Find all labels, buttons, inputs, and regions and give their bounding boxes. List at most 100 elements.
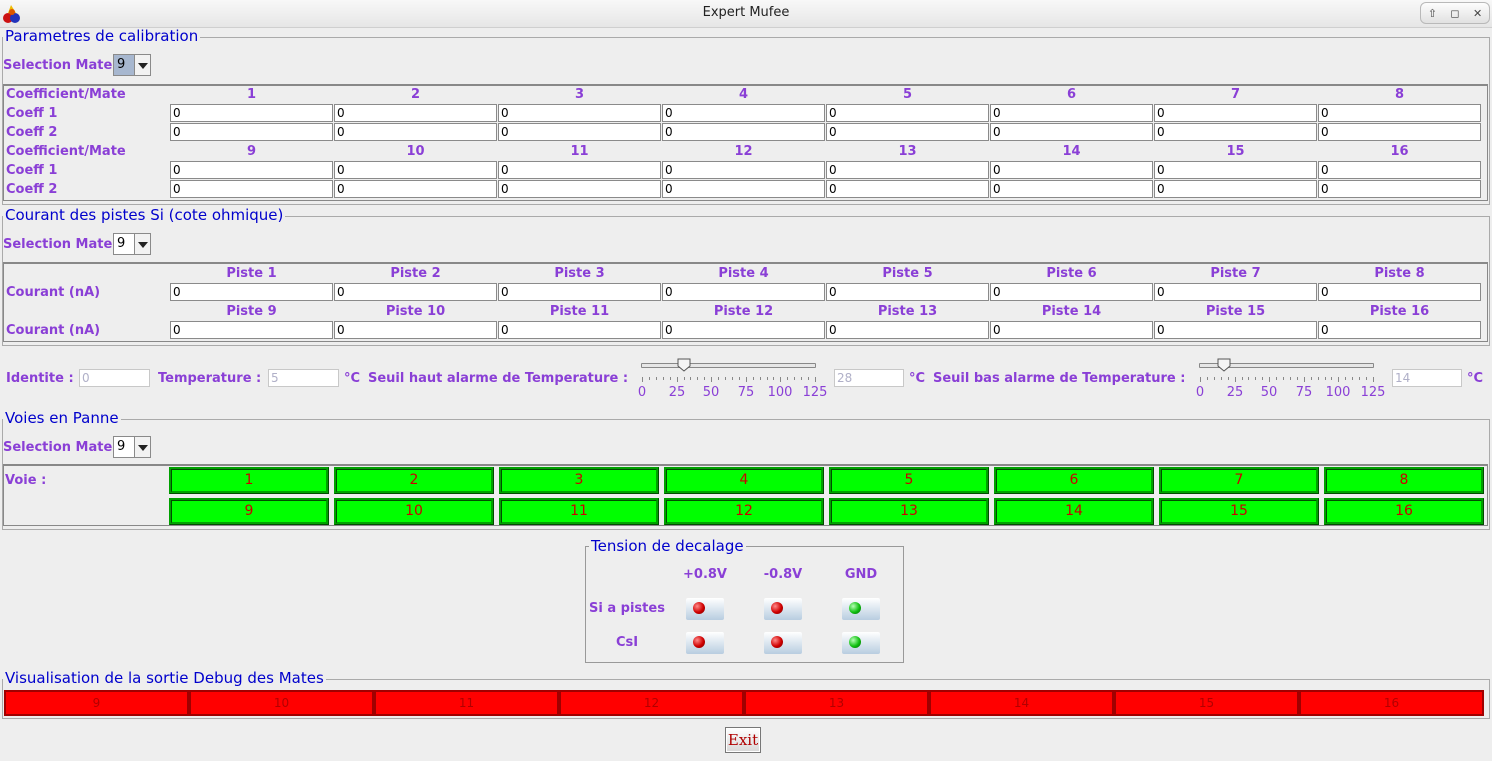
coeff2-field[interactable]: 0 (990, 123, 1153, 141)
courant-field[interactable]: 0 (662, 283, 825, 301)
voie-button[interactable]: 10 (334, 498, 494, 525)
seuil-bas-minor-tick (1290, 377, 1291, 380)
courant-field[interactable]: 0 (826, 283, 989, 301)
coeff1-field[interactable]: 0 (498, 104, 661, 122)
tension-column-header: GND (844, 567, 878, 582)
courant-field[interactable]: 0 (662, 321, 825, 339)
coeff2-field[interactable]: 0 (334, 123, 497, 141)
voie-button[interactable]: 12 (664, 498, 824, 525)
coeff1-field[interactable]: 0 (826, 161, 989, 179)
courant-field[interactable]: 0 (170, 283, 333, 301)
voie-button[interactable]: 13 (829, 498, 989, 525)
voie-button[interactable]: 11 (499, 498, 659, 525)
coeff2-field[interactable]: 0 (1318, 123, 1481, 141)
chevron-down-icon[interactable] (135, 233, 151, 255)
led-indicator (764, 632, 802, 654)
seuil-bas-minor-tick (1228, 377, 1229, 380)
courant-field[interactable]: 0 (1318, 321, 1481, 339)
seuil-haut-major-tick (677, 377, 678, 382)
voie-button[interactable]: 2 (334, 467, 494, 494)
coefficient-mate-label: Coefficient/Mate (6, 144, 126, 159)
voie-button[interactable]: 9 (169, 498, 329, 525)
coeff2-field[interactable]: 0 (498, 123, 661, 141)
coeff2-field[interactable]: 0 (662, 180, 825, 198)
coeff1-field[interactable]: 0 (1154, 104, 1317, 122)
coeff1-field[interactable]: 0 (1318, 104, 1481, 122)
voie-button[interactable]: 6 (994, 467, 1154, 494)
coeff1-field[interactable]: 0 (170, 161, 333, 179)
voie-button[interactable]: 16 (1324, 498, 1484, 525)
voies-mate-select[interactable]: 9 (113, 436, 151, 458)
coeff2-field[interactable]: 0 (1154, 123, 1317, 141)
courant-field[interactable]: 0 (990, 283, 1153, 301)
seuil-bas-major-tick (1338, 377, 1339, 382)
courant-field[interactable]: 0 (990, 321, 1153, 339)
voie-button[interactable]: 1 (169, 467, 329, 494)
voie-button[interactable]: 5 (829, 467, 989, 494)
courant-field[interactable]: 0 (1154, 283, 1317, 301)
seuil-bas-major-tick (1235, 377, 1236, 382)
coeff1-field[interactable]: 0 (334, 161, 497, 179)
chevron-down-icon[interactable] (135, 436, 151, 458)
coeff2-field[interactable]: 0 (826, 180, 989, 198)
voie-button[interactable]: 15 (1159, 498, 1319, 525)
seuil-haut-slider-thumb[interactable] (677, 358, 691, 372)
coeff1-field[interactable]: 0 (662, 104, 825, 122)
piste-column-header: Piste 3 (554, 266, 605, 281)
coeff2-field[interactable]: 0 (662, 123, 825, 141)
seuil-bas-slider-thumb[interactable] (1217, 358, 1231, 372)
coeff2-field[interactable]: 0 (334, 180, 497, 198)
debug-cell: 13 (744, 690, 929, 716)
coeff2-field[interactable]: 0 (990, 180, 1153, 198)
temperature-field: 5 (268, 369, 339, 387)
maximize-up-icon[interactable]: ⇧ (1428, 7, 1437, 20)
courant-field[interactable]: 0 (498, 321, 661, 339)
seuil-bas-tick-label: 50 (1260, 385, 1278, 400)
coeff2-field[interactable]: 0 (1154, 180, 1317, 198)
courant-field[interactable]: 0 (498, 283, 661, 301)
mate-column-header: 8 (1394, 87, 1405, 102)
coeff2-field[interactable]: 0 (1318, 180, 1481, 198)
coeff1-field[interactable]: 0 (662, 161, 825, 179)
voie-button[interactable]: 8 (1324, 467, 1484, 494)
seuil-haut-minor-tick (732, 377, 733, 380)
coeff2-field[interactable]: 0 (826, 123, 989, 141)
voie-button[interactable]: 14 (994, 498, 1154, 525)
coeff1-field[interactable]: 0 (990, 161, 1153, 179)
coeff2-field[interactable]: 0 (170, 180, 333, 198)
exit-button[interactable]: Exit (725, 727, 761, 753)
red-led-icon (771, 636, 783, 648)
mate-column-header: 5 (902, 87, 913, 102)
mate-column-header: 4 (738, 87, 749, 102)
coeff2-field[interactable]: 0 (498, 180, 661, 198)
courant-field[interactable]: 0 (170, 321, 333, 339)
courant-mate-select[interactable]: 9 (113, 233, 151, 255)
coeff1-field[interactable]: 0 (170, 104, 333, 122)
coeff1-field[interactable]: 0 (334, 104, 497, 122)
close-icon[interactable]: ✕ (1473, 7, 1482, 20)
seuil-haut-slider-track[interactable] (641, 363, 816, 368)
courant-field[interactable]: 0 (334, 321, 497, 339)
debug-cell: 14 (929, 690, 1114, 716)
coeff1-field[interactable]: 0 (990, 104, 1153, 122)
voie-button[interactable]: 3 (499, 467, 659, 494)
voie-button[interactable]: 7 (1159, 467, 1319, 494)
coeff1-field[interactable]: 0 (498, 161, 661, 179)
piste-column-header: Piste 4 (718, 266, 769, 281)
coeff1-field[interactable]: 0 (1154, 161, 1317, 179)
voies-title: Voies en Panne (3, 409, 121, 427)
coeff1-field[interactable]: 0 (826, 104, 989, 122)
voie-button[interactable]: 4 (664, 467, 824, 494)
red-led-icon (771, 602, 783, 614)
coeff1-field[interactable]: 0 (1318, 161, 1481, 179)
courant-field[interactable]: 0 (334, 283, 497, 301)
chevron-down-icon[interactable] (135, 54, 151, 76)
courant-field[interactable]: 0 (1318, 283, 1481, 301)
restore-icon[interactable]: ◻ (1450, 7, 1459, 20)
courant-field[interactable]: 0 (1154, 321, 1317, 339)
calibration-mate-select[interactable]: 9 (113, 54, 151, 76)
coeff2-field[interactable]: 0 (170, 123, 333, 141)
seuil-haut-major-tick (815, 377, 816, 382)
seuil-haut-minor-tick (760, 377, 761, 380)
courant-field[interactable]: 0 (826, 321, 989, 339)
